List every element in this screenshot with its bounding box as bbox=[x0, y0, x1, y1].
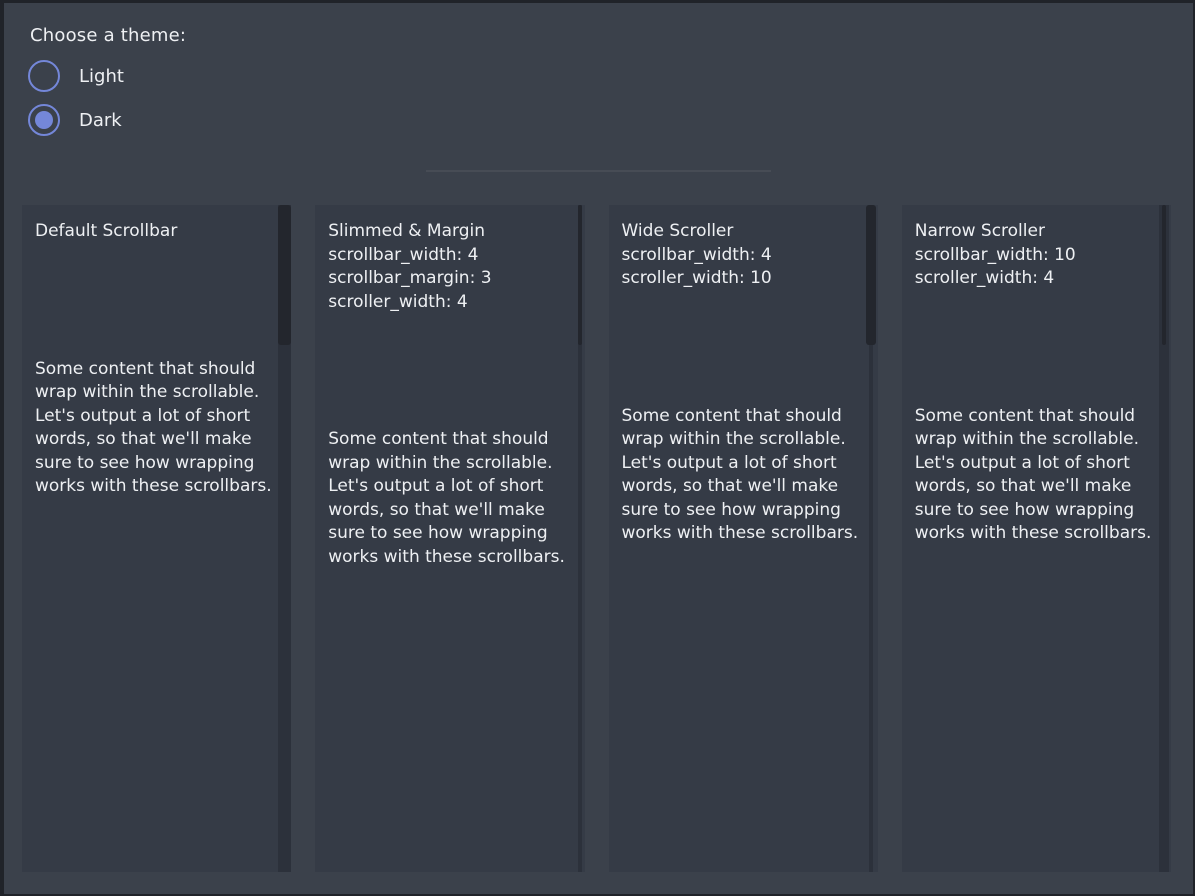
theme-section-label: Choose a theme: bbox=[30, 24, 1193, 48]
panel-content: Default Scrollbar Some content that shou… bbox=[22, 205, 291, 499]
panel-content: Narrow Scroller scrollbar_width: 10 scro… bbox=[902, 205, 1171, 546]
scroll-area-narrow-scroller[interactable]: Narrow Scroller scrollbar_width: 10 scro… bbox=[902, 205, 1171, 872]
panel-param: scrollbar_margin: 3 bbox=[328, 267, 573, 291]
app-page: Choose a theme: Light Dark Default Scrol… bbox=[4, 3, 1193, 894]
panel-params: scrollbar_width: 4 scrollbar_margin: 3 s… bbox=[328, 244, 573, 315]
scrollbar-thumb[interactable] bbox=[866, 205, 876, 345]
radio-option-light[interactable]: Light bbox=[28, 60, 1193, 92]
panel-params: scrollbar_width: 10 scroller_width: 4 bbox=[915, 244, 1160, 291]
panel-content: Slimmed & Margin scrollbar_width: 4 scro… bbox=[315, 205, 584, 569]
scroll-area-default-scrollbar[interactable]: Default Scrollbar Some content that shou… bbox=[22, 205, 291, 872]
panel-params: scrollbar_width: 4 scroller_width: 10 bbox=[622, 244, 867, 291]
panel-param: scrollbar_width: 4 bbox=[622, 244, 867, 268]
panel-param: scrollbar_width: 4 bbox=[328, 244, 573, 268]
panel-body-text: Some content that should wrap within the… bbox=[622, 405, 867, 546]
scroll-area-wide-scroller[interactable]: Wide Scroller scrollbar_width: 4 scrolle… bbox=[609, 205, 878, 872]
scrollbar-thumb[interactable] bbox=[578, 205, 582, 345]
panel-param: scroller_width: 4 bbox=[915, 267, 1160, 291]
radio-checked-icon[interactable] bbox=[28, 104, 60, 136]
radio-label-dark: Dark bbox=[79, 110, 122, 131]
panel-title: Default Scrollbar bbox=[35, 220, 280, 244]
divider bbox=[426, 170, 771, 172]
scrollbar-thumb[interactable] bbox=[1162, 205, 1166, 345]
panel-param: scrollbar_width: 10 bbox=[915, 244, 1160, 268]
panel-body-text: Some content that should wrap within the… bbox=[328, 428, 573, 569]
scroll-area-grid: Default Scrollbar Some content that shou… bbox=[22, 205, 1171, 872]
panel-body-text: Some content that should wrap within the… bbox=[915, 405, 1160, 546]
radio-unchecked-icon[interactable] bbox=[28, 60, 60, 92]
panel-content: Wide Scroller scrollbar_width: 4 scrolle… bbox=[609, 205, 878, 546]
radio-label-light: Light bbox=[79, 66, 124, 87]
scrollbar-thumb[interactable] bbox=[278, 205, 291, 345]
panel-body-text: Some content that should wrap within the… bbox=[35, 358, 280, 499]
panel-title: Wide Scroller bbox=[622, 220, 867, 244]
theme-section: Choose a theme: Light Dark bbox=[4, 3, 1193, 136]
radio-option-dark[interactable]: Dark bbox=[28, 104, 1193, 136]
scroll-area-slimmed-margin[interactable]: Slimmed & Margin scrollbar_width: 4 scro… bbox=[315, 205, 584, 872]
panel-param: scroller_width: 10 bbox=[622, 267, 867, 291]
window-frame: Choose a theme: Light Dark Default Scrol… bbox=[0, 0, 1195, 896]
panel-title: Slimmed & Margin bbox=[328, 220, 573, 244]
panel-title: Narrow Scroller bbox=[915, 220, 1160, 244]
panel-param: scroller_width: 4 bbox=[328, 291, 573, 315]
